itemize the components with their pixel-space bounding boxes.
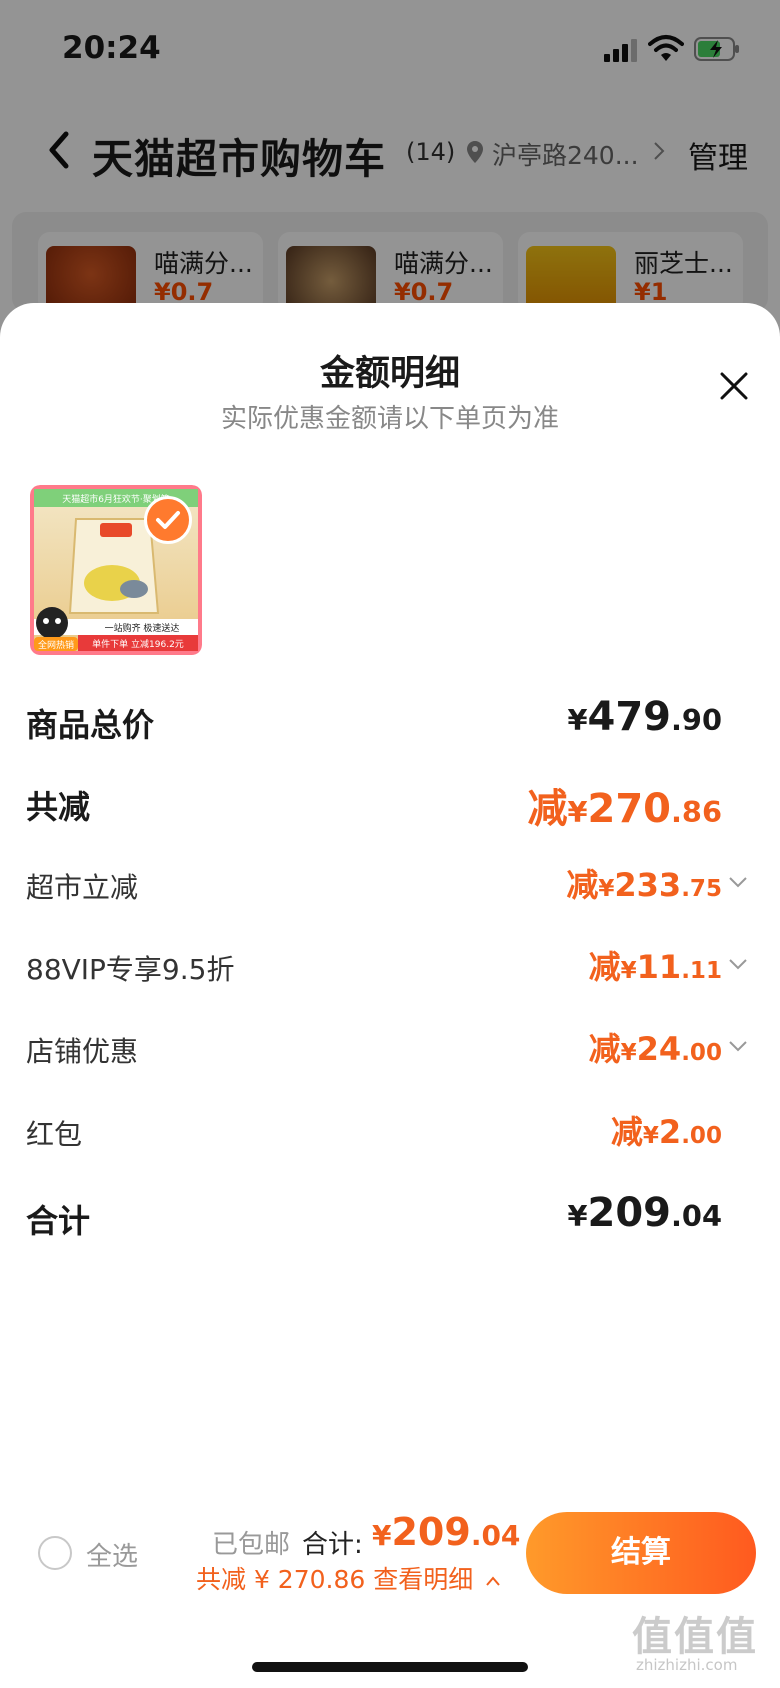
watermark-url: zhizhizhi.com <box>636 1656 738 1674</box>
sheet-title: 金额明细 <box>319 354 460 394</box>
row-amount-total-discount: 减¥270.86 <box>527 786 722 832</box>
checkout-button[interactable]: 结算 <box>526 1512 756 1594</box>
row-amount-store-discount[interactable]: 减¥24.00 <box>589 1024 722 1070</box>
row-label-red-packet: 红包 <box>26 1118 83 1151</box>
row-amount-red-packet: 减¥2.00 <box>610 1113 722 1151</box>
chevron-down-icon[interactable] <box>728 957 748 971</box>
row-amount-product-total: ¥479.90 <box>567 694 722 740</box>
svg-text:全网热销: 全网热销 <box>38 639 74 651</box>
row-label-total-discount: 共减 <box>26 788 91 826</box>
watermark-logo: 值值值 <box>632 1614 758 1660</box>
free-shipping-text: 已包邮 <box>212 1530 291 1560</box>
chevron-down-icon[interactable] <box>728 1039 748 1053</box>
row-label-supermarket-discount: 超市立减 <box>26 871 139 904</box>
row-label-grand-total: 合计 <box>26 1202 91 1240</box>
select-all-radio[interactable] <box>38 1536 72 1570</box>
select-all-label[interactable]: 全选 <box>86 1536 138 1573</box>
total-label: 合计: <box>302 1530 363 1560</box>
view-detail-link[interactable]: 查看明细 <box>373 1565 473 1594</box>
svg-text:一站购齐 极速送达: 一站购齐 极速送达 <box>105 622 180 634</box>
row-label-88vip-discount: 88VIP专享9.5折 <box>26 953 235 986</box>
row-label-product-total: 商品总价 <box>26 706 155 744</box>
close-icon[interactable] <box>718 370 750 402</box>
chevron-up-icon[interactable] <box>485 1575 501 1587</box>
product-selected-check[interactable] <box>144 496 192 544</box>
saving-summary: 共减 ¥ 270.86 查看明细 <box>196 1560 501 1596</box>
row-label-store-discount: 店铺优惠 <box>26 1035 139 1068</box>
chevron-down-icon[interactable] <box>728 875 748 889</box>
saving-text: 共减 ¥ 270.86 <box>196 1565 366 1594</box>
check-icon <box>156 511 180 529</box>
row-amount-grand-total: ¥209.04 <box>567 1190 722 1236</box>
svg-text:单件下单 立减196.2元: 单件下单 立减196.2元 <box>92 638 184 650</box>
sheet-subtitle: 实际优惠金额请以下单页为准 <box>220 404 559 434</box>
row-amount-supermarket-discount[interactable]: 减¥233.75 <box>566 860 722 906</box>
home-indicator <box>252 1662 528 1672</box>
total-value: ¥209.04 <box>372 1510 521 1554</box>
row-amount-88vip-discount[interactable]: 减¥11.11 <box>589 942 722 988</box>
